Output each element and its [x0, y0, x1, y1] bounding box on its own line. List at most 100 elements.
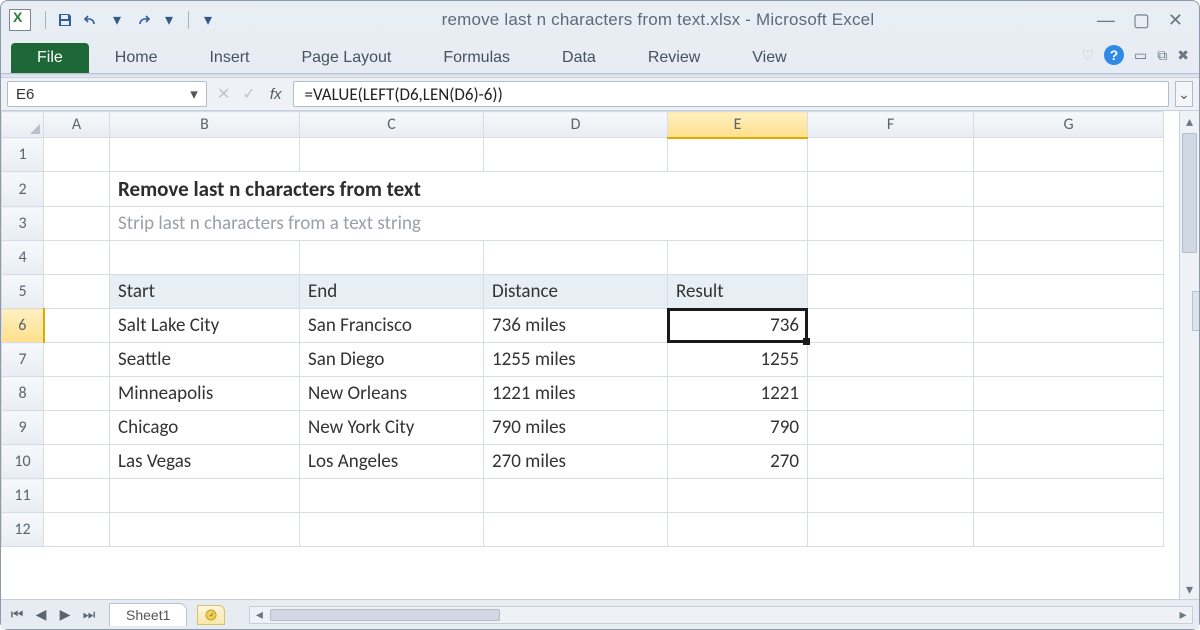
next-sheet-icon[interactable]: ▶ [55, 605, 75, 625]
table-cell: Los Angeles [300, 445, 483, 478]
window-title: remove last n characters from text.xlsx … [219, 10, 1097, 30]
col-header-d[interactable]: D [484, 112, 668, 138]
col-header-e[interactable]: E [668, 112, 808, 138]
scroll-down-icon[interactable]: ▾ [1180, 579, 1199, 599]
new-sheet-button[interactable] [197, 605, 225, 625]
formula-input[interactable]: =VALUE(LEFT(D6,LEN(D6)-6)) [293, 81, 1169, 107]
active-cell[interactable]: 736 [668, 309, 807, 342]
maximize-icon[interactable]: ▢ [1133, 10, 1150, 31]
table-cell: 1255 miles [484, 343, 667, 376]
table-cell: New Orleans [300, 377, 483, 410]
file-tab[interactable]: File [11, 43, 89, 73]
table-cell: San Francisco [300, 309, 483, 342]
worksheet-grid[interactable]: A B C D E F G 1 2 [1, 111, 1179, 599]
col-header-b[interactable]: B [110, 112, 300, 138]
cancel-formula-icon: ✕ [213, 84, 234, 104]
minimize-icon[interactable]: — [1097, 10, 1115, 31]
table-cell: 270 miles [484, 445, 667, 478]
undo-dropdown-icon[interactable]: ▾ [106, 9, 128, 31]
scroll-up-icon[interactable]: ▴ [1180, 111, 1199, 131]
col-header-a[interactable]: A [44, 112, 110, 138]
redo-dropdown-icon[interactable]: ▾ [158, 9, 180, 31]
select-all-corner[interactable] [2, 112, 44, 138]
table-cell: 270 [668, 445, 807, 478]
name-box[interactable]: E6 ▾ [7, 81, 207, 107]
title-bar: ▾ ▾ ▾ remove last n characters from text… [1, 1, 1199, 39]
row-header-6[interactable]: 6 [2, 309, 44, 343]
table-header-end: End [300, 275, 483, 308]
table-cell: Las Vegas [110, 445, 299, 478]
table-cell: New York City [300, 411, 483, 444]
help-icon[interactable]: ? [1104, 45, 1124, 65]
col-header-g[interactable]: G [974, 112, 1164, 138]
row-header-4[interactable]: 4 [2, 241, 44, 275]
row-header-10[interactable]: 10 [2, 445, 44, 479]
sheet-tab-sheet1[interactable]: Sheet1 [109, 603, 187, 626]
name-box-dropdown-icon[interactable]: ▾ [186, 86, 202, 102]
row-header-8[interactable]: 8 [2, 377, 44, 411]
scroll-right-icon[interactable]: ▸ [1174, 606, 1192, 623]
name-box-value: E6 [16, 86, 34, 103]
tab-view[interactable]: View [726, 43, 812, 73]
undo-icon[interactable] [80, 9, 102, 31]
table-cell: 1221 miles [484, 377, 667, 410]
row-header-5[interactable]: 5 [2, 275, 44, 309]
ribbon-minimize-window-icon[interactable]: ▭ [1134, 47, 1147, 64]
table-header-start: Start [110, 275, 299, 308]
row-header-2[interactable]: 2 [2, 172, 44, 207]
table-header-distance: Distance [484, 275, 667, 308]
tab-data[interactable]: Data [536, 43, 622, 73]
tab-page-layout[interactable]: Page Layout [275, 43, 417, 73]
excel-logo-icon [9, 9, 31, 31]
table-cell: 790 miles [484, 411, 667, 444]
insert-function-button[interactable]: fx [264, 86, 288, 103]
sheet-title: Remove last n characters from text [110, 172, 807, 206]
hscroll-thumb[interactable] [270, 609, 500, 621]
tab-home[interactable]: Home [89, 43, 184, 73]
formula-bar: E6 ▾ ✕ ✓ fx =VALUE(LEFT(D6,LEN(D6)-6)) ⌄ [1, 77, 1199, 111]
row-header-3[interactable]: 3 [2, 207, 44, 241]
sheet-subtitle: Strip last n characters from a text stri… [110, 207, 807, 240]
table-cell: Salt Lake City [110, 309, 299, 342]
tab-insert[interactable]: Insert [183, 43, 275, 73]
row-header-11[interactable]: 11 [2, 479, 44, 513]
first-sheet-icon[interactable]: ⏮ [7, 605, 27, 625]
redo-icon[interactable] [132, 9, 154, 31]
prev-sheet-icon[interactable]: ◀ [31, 605, 51, 625]
table-cell: 1255 [668, 343, 807, 376]
table-cell: Minneapolis [110, 377, 299, 410]
col-header-f[interactable]: F [808, 112, 974, 138]
vertical-scrollbar[interactable]: ▴ ▾ [1179, 111, 1199, 599]
table-cell: Chicago [110, 411, 299, 444]
table-cell: 736 miles [484, 309, 667, 342]
table-cell: 1221 [668, 377, 807, 410]
last-sheet-icon[interactable]: ⏭ [79, 605, 99, 625]
save-icon[interactable] [54, 9, 76, 31]
horizontal-scrollbar[interactable]: ◂ ▸ [249, 606, 1193, 624]
app-window: ▾ ▾ ▾ remove last n characters from text… [0, 0, 1200, 630]
accept-formula-icon: ✓ [238, 84, 259, 104]
close-icon[interactable]: ✕ [1168, 10, 1183, 31]
expand-formula-bar-icon[interactable]: ⌄ [1175, 81, 1193, 107]
ribbon-restore-window-icon[interactable]: ⧉ [1157, 47, 1167, 64]
qat-customize-icon[interactable]: ▾ [197, 9, 219, 31]
ribbon-close-window-icon[interactable]: ✖ [1177, 47, 1189, 64]
ribbon-tabs: File Home Insert Page Layout Formulas Da… [1, 39, 1199, 73]
row-header-9[interactable]: 9 [2, 411, 44, 445]
tab-formulas[interactable]: Formulas [417, 43, 536, 73]
vscroll-thumb[interactable] [1182, 133, 1197, 253]
split-handle[interactable] [1192, 291, 1199, 331]
row-header-12[interactable]: 12 [2, 513, 44, 547]
row-header-7[interactable]: 7 [2, 343, 44, 377]
table-cell: San Diego [300, 343, 483, 376]
table-cell: 790 [668, 411, 807, 444]
ribbon-heart-icon[interactable]: ♡ [1081, 47, 1094, 64]
table-cell: Seattle [110, 343, 299, 376]
row-header-1[interactable]: 1 [2, 138, 44, 172]
table-header-result: Result [668, 275, 807, 308]
tab-review[interactable]: Review [622, 43, 726, 73]
sheet-tab-bar: ⏮ ◀ ▶ ⏭ Sheet1 ◂ ▸ [1, 599, 1199, 629]
col-header-c[interactable]: C [300, 112, 484, 138]
formula-text: =VALUE(LEFT(D6,LEN(D6)-6)) [304, 84, 502, 105]
scroll-left-icon[interactable]: ◂ [250, 606, 268, 623]
